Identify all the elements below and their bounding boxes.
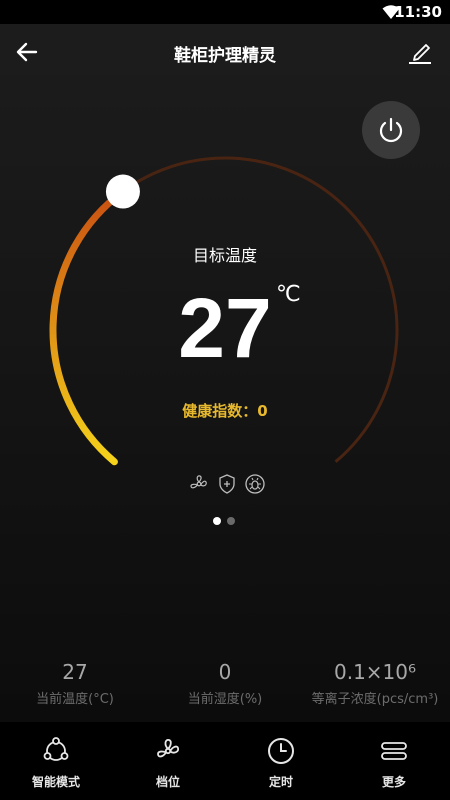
target-temperature-value: 27	[178, 281, 272, 375]
stat-label: 等离子浓度(pcs/cm³)	[311, 692, 439, 707]
fan-icon	[157, 739, 180, 758]
health-index: 健康指数：0	[0, 400, 450, 421]
health-index-value: 0	[257, 402, 268, 420]
stat-value: 0	[218, 660, 232, 684]
stats-row: 27 当前温度(°C) 0 当前湿度(%) 0.1×10⁶ 等离子浓度(pcs/…	[0, 658, 450, 714]
temperature-unit: ℃	[276, 282, 301, 307]
page-indicator[interactable]	[213, 517, 235, 525]
target-temperature-label: 目标温度	[192, 246, 257, 265]
stat-plasma-concentration: 0.1×10⁶ 等离子浓度(pcs/cm³)	[300, 658, 450, 707]
status-time: 11:30	[394, 3, 442, 21]
power-icon	[379, 117, 403, 143]
stat-label: 当前温度(°C)	[36, 692, 114, 707]
dial-knob[interactable]	[105, 174, 140, 209]
shield-plus-icon	[216, 473, 238, 495]
menu-icon	[381, 742, 407, 760]
status-bar: 11:30	[0, 0, 450, 24]
nav-label: 档位	[155, 775, 180, 789]
back-arrow-icon[interactable]	[12, 38, 42, 66]
smart-mode-icon	[43, 737, 69, 761]
bottom-nav: 智能模式 档位 定时 更多	[0, 722, 450, 800]
stat-label: 当前湿度(%)	[187, 692, 263, 707]
health-index-label: 健康指数：	[182, 402, 258, 420]
temperature-dial[interactable]: 目标温度 27 ℃ 健康指数：0	[0, 150, 450, 510]
nav-gear-level[interactable]: 档位	[112, 722, 224, 800]
edit-pencil-icon[interactable]	[406, 38, 434, 66]
clock-icon	[268, 738, 294, 764]
nav-label: 更多	[381, 775, 406, 789]
stat-current-humidity: 0 当前湿度(%)	[150, 658, 300, 707]
stat-value: 27	[62, 660, 88, 684]
nav-smart-mode[interactable]: 智能模式	[0, 722, 112, 800]
mode-status-icons	[188, 473, 266, 495]
anti-bug-icon	[244, 473, 266, 495]
stat-current-temperature: 27 当前温度(°C)	[0, 658, 150, 707]
nav-label: 定时	[268, 775, 293, 789]
nav-label: 智能模式	[31, 775, 80, 789]
nav-more[interactable]: 更多	[338, 722, 450, 800]
page-dot[interactable]	[227, 517, 235, 525]
nav-timer[interactable]: 定时	[225, 722, 337, 800]
app-header: 鞋柜护理精灵	[0, 24, 450, 80]
stat-value: 0.1×10⁶	[333, 660, 417, 684]
page-title: 鞋柜护理精灵	[174, 46, 276, 66]
page-dot[interactable]	[213, 517, 221, 525]
fan-status-icon	[188, 473, 210, 495]
